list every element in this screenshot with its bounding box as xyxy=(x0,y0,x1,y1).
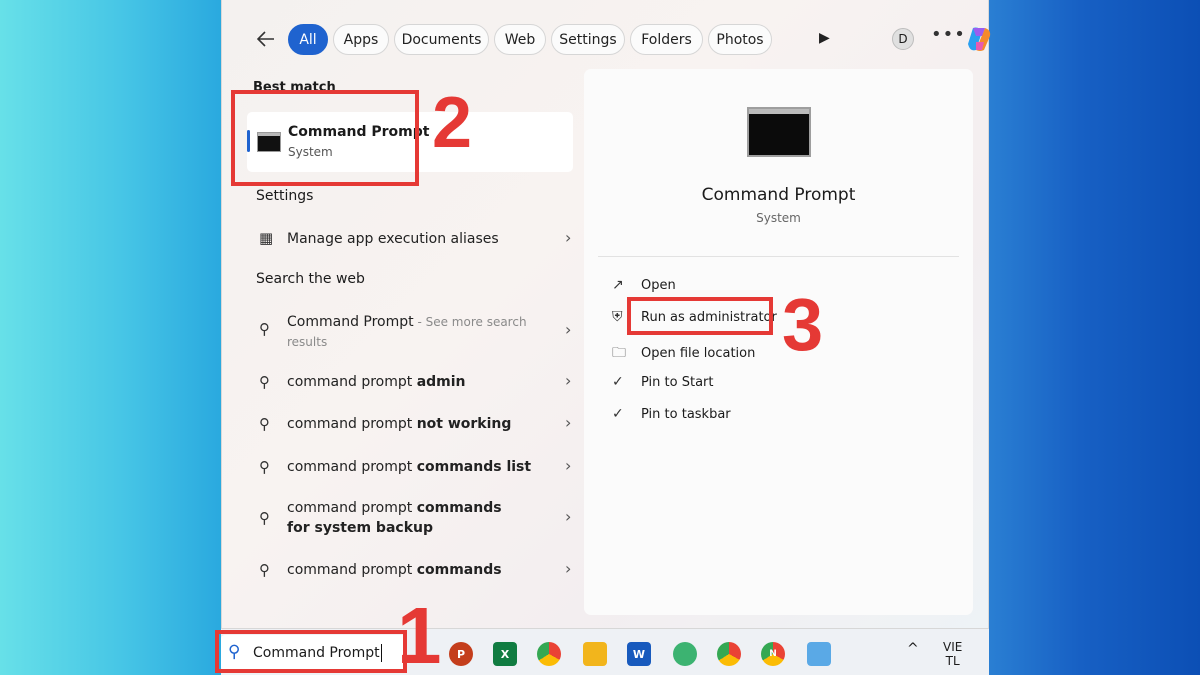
app-icon[interactable] xyxy=(673,642,697,666)
app-icon[interactable] xyxy=(807,642,831,666)
chrome-profile-icon[interactable] xyxy=(717,642,741,666)
divider xyxy=(598,256,959,257)
settings-item-label: Manage app execution aliases xyxy=(287,231,499,247)
chevron-right-icon: › xyxy=(565,371,572,390)
chrome-profile-icon[interactable]: N xyxy=(761,642,785,666)
search-icon: ⚲ xyxy=(259,320,270,338)
web-result-text: Command Prompt xyxy=(287,314,414,330)
web-result-not-working[interactable]: ⚲ command prompt not working › xyxy=(247,413,573,437)
action-label: Open file location xyxy=(641,346,756,361)
annotation-number-2: 2 xyxy=(432,83,473,163)
search-icon: ⚲ xyxy=(259,509,270,527)
search-icon: ⚲ xyxy=(259,561,270,579)
web-result-text: command prompt xyxy=(287,562,417,578)
web-result-text: command prompt xyxy=(287,500,417,516)
web-result-commands-list[interactable]: ⚲ command prompt commands list › xyxy=(247,456,573,480)
web-result-text: command prompt xyxy=(287,459,417,475)
details-subtitle: System xyxy=(756,211,801,225)
action-label: Open xyxy=(641,278,676,293)
command-prompt-large-icon xyxy=(747,107,811,157)
filter-chip-web[interactable]: Web xyxy=(494,24,546,55)
web-result-see-more[interactable]: ⚲ Command Prompt - See more search resul… xyxy=(247,310,573,354)
action-label: Pin to Start xyxy=(641,375,714,390)
action-pin-to-taskbar[interactable]: ✓ Pin to taskbar xyxy=(612,406,731,422)
open-external-icon: ↗ xyxy=(612,277,624,293)
powerpoint-icon[interactable]: P xyxy=(449,642,473,666)
chevron-right-icon: › xyxy=(565,320,572,339)
app-aliases-icon: ▦ xyxy=(259,229,274,247)
file-explorer-icon[interactable] xyxy=(583,642,607,666)
chevron-right-icon: › xyxy=(565,228,572,247)
language-code: VIE xyxy=(943,640,963,654)
language-indicator[interactable]: VIE TL xyxy=(943,640,962,668)
filter-chip-apps[interactable]: Apps xyxy=(333,24,389,55)
word-icon[interactable]: W xyxy=(627,642,651,666)
web-result-label: command prompt not working xyxy=(287,414,537,434)
action-label: Pin to taskbar xyxy=(641,407,731,422)
folder-icon: 🗀 xyxy=(612,345,626,361)
web-result-label: command prompt commands for system backu… xyxy=(287,498,527,538)
web-result-bold: admin xyxy=(416,374,466,390)
web-result-bold: commands xyxy=(416,562,502,578)
chevron-right-icon: › xyxy=(565,559,572,578)
more-options-icon[interactable]: ••• xyxy=(931,24,966,45)
search-icon: ⚲ xyxy=(259,373,270,391)
web-result-label: command prompt admin xyxy=(287,372,537,392)
search-icon: ⚲ xyxy=(259,415,270,433)
annotation-box-step-3 xyxy=(627,297,773,335)
filter-chip-folders[interactable]: Folders xyxy=(630,24,703,55)
chevron-right-icon: › xyxy=(565,507,572,526)
filter-chip-all[interactable]: All xyxy=(288,24,328,55)
search-web-heading: Search the web xyxy=(256,271,365,287)
filter-chip-settings[interactable]: Settings xyxy=(551,24,625,55)
web-result-label: command prompt commands xyxy=(287,560,537,580)
back-arrow-icon[interactable] xyxy=(250,24,282,54)
settings-heading: Settings xyxy=(256,188,314,204)
annotation-number-3: 3 xyxy=(782,283,824,366)
web-result-text: command prompt xyxy=(287,416,417,432)
annotation-box-step-2 xyxy=(231,90,419,186)
chevron-right-icon: › xyxy=(565,456,572,475)
pin-icon: ✓ xyxy=(612,406,624,422)
annotation-box-step-1 xyxy=(215,630,407,673)
show-hidden-icons-chevron-icon[interactable]: ^ xyxy=(907,641,919,657)
action-pin-to-start[interactable]: ✓ Pin to Start xyxy=(612,374,713,390)
action-open[interactable]: ↗ Open xyxy=(612,277,676,293)
details-title: Command Prompt xyxy=(701,185,856,205)
chevron-right-icon: › xyxy=(565,413,572,432)
filter-bar: All Apps Documents Web Settings Folders … xyxy=(250,22,991,56)
web-result-admin[interactable]: ⚲ command prompt admin › xyxy=(247,371,573,395)
filter-chip-photos[interactable]: Photos xyxy=(708,24,772,55)
more-filters-play-icon[interactable]: ▶ xyxy=(819,30,830,46)
details-pane: Command Prompt System ↗ Open ⛨ Run as admi… xyxy=(584,69,973,615)
chrome-icon[interactable] xyxy=(537,642,561,666)
web-result-label: command prompt commands list xyxy=(287,457,537,477)
copilot-icon[interactable] xyxy=(964,24,994,54)
web-result-label: Command Prompt - See more search results xyxy=(287,312,537,352)
pin-icon: ✓ xyxy=(612,374,624,390)
search-icon: ⚲ xyxy=(259,458,270,476)
web-result-text: command prompt xyxy=(287,374,417,390)
web-result-commands[interactable]: ⚲ command prompt commands › xyxy=(247,559,573,583)
action-open-file-location[interactable]: 🗀 Open file location xyxy=(612,342,755,366)
annotation-number-1: 1 xyxy=(397,591,442,675)
web-result-bold: not working xyxy=(416,416,512,432)
settings-item-app-execution-aliases[interactable]: ▦ Manage app execution aliases › xyxy=(247,226,573,254)
input-method: TL xyxy=(945,654,960,668)
web-result-bold: commands list xyxy=(416,459,532,475)
web-result-system-backup[interactable]: ⚲ command prompt commands for system bac… xyxy=(247,497,573,541)
account-avatar[interactable]: D xyxy=(892,28,914,50)
filter-chip-documents[interactable]: Documents xyxy=(394,24,489,55)
excel-icon[interactable]: X xyxy=(493,642,517,666)
